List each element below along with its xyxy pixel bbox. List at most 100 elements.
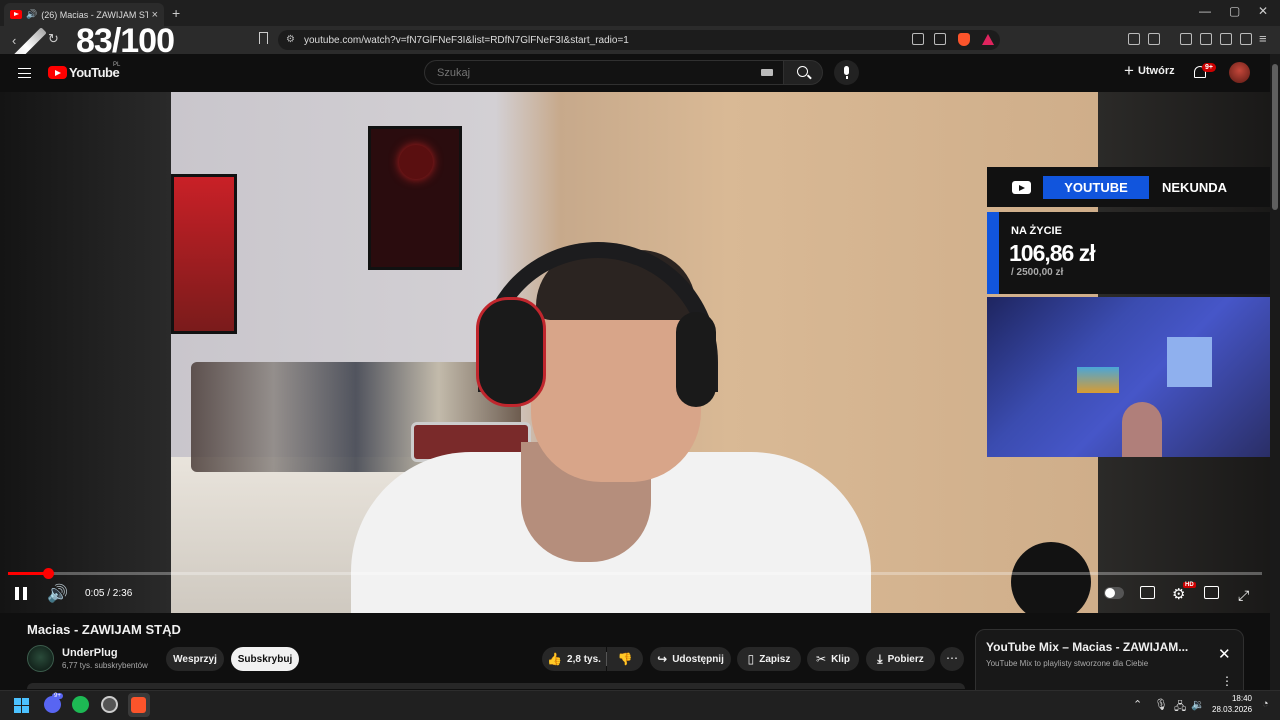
video-title: Macias - ZAWIJAM STĄD: [27, 622, 181, 637]
tray-chevron-icon[interactable]: ⌃: [1133, 698, 1142, 711]
dislike-button[interactable]: 👎: [607, 647, 643, 671]
account-avatar[interactable]: [1229, 62, 1250, 83]
share-icon[interactable]: [934, 33, 946, 45]
tray-volume-icon[interactable]: 🔉: [1191, 698, 1205, 711]
webcam-window: [1167, 337, 1212, 387]
sidebar-icon[interactable]: [1148, 33, 1160, 45]
guide-menu-icon[interactable]: [18, 68, 31, 78]
extensions-icon[interactable]: [1128, 33, 1140, 45]
download-button[interactable]: ⤓ Pobierz: [866, 647, 935, 671]
scrollbar-thumb[interactable]: [1272, 64, 1278, 210]
spotify-icon[interactable]: [72, 696, 89, 713]
discord-badge: 9+: [52, 693, 63, 699]
thumbs-down-icon: 👎: [617, 652, 633, 666]
tray-network-icon[interactable]: 🖧: [1174, 698, 1186, 717]
steam-icon[interactable]: [101, 696, 118, 713]
back-arrow-icon[interactable]: ‹: [12, 33, 16, 48]
donation-goal-label: NA ŻYCIE: [1011, 225, 1062, 237]
window-close-button[interactable]: ✕: [1258, 4, 1268, 18]
save-button[interactable]: ▯ Zapisz: [737, 647, 801, 671]
channel-avatar[interactable]: [27, 645, 54, 672]
search-button[interactable]: [783, 60, 823, 85]
mix-subtitle: YouTube Mix to playlisty stworzone dla C…: [986, 659, 1149, 668]
like-count: 2,8 tys.: [567, 653, 601, 665]
wallet-icon[interactable]: [1200, 33, 1212, 45]
support-button[interactable]: Wesprzyj: [166, 647, 224, 671]
donation-goal-target: / 2500,00 zł: [1011, 267, 1064, 278]
minimize-button[interactable]: —: [1199, 4, 1211, 18]
media-icon[interactable]: [1180, 33, 1192, 45]
site-settings-icon[interactable]: ⚙: [286, 34, 295, 45]
overlay-youtube-icon: [1012, 181, 1031, 194]
leo-ai-icon[interactable]: [1220, 33, 1232, 45]
vpn-icon[interactable]: [1240, 33, 1252, 45]
save-bookmark-icon: ▯: [747, 652, 755, 666]
brave-shields-icon[interactable]: [958, 33, 970, 46]
microphone-foam: [1011, 542, 1091, 613]
cast-icon[interactable]: [912, 33, 924, 45]
donation-goal-accent: [987, 212, 999, 294]
progress-fill: [8, 572, 48, 575]
search-input[interactable]: [424, 60, 784, 85]
channel-name[interactable]: UnderPlug: [62, 647, 118, 659]
donation-goal-amount: 106,86 zł: [1009, 240, 1096, 266]
youtube-logo-icon[interactable]: [48, 66, 67, 79]
clock-date: 28.03.2026: [1212, 705, 1253, 714]
youtube-header: YouTube PL + Utwórz 9+: [0, 54, 1270, 92]
description-box[interactable]: [27, 683, 965, 689]
webcam-person: [1122, 402, 1162, 457]
video-frame: [171, 92, 1098, 613]
bookmark-icon[interactable]: [259, 32, 268, 44]
maximize-button[interactable]: ▢: [1229, 4, 1240, 18]
pause-icon[interactable]: [15, 587, 27, 600]
miniplayer-icon[interactable]: [1204, 586, 1219, 599]
fullscreen-icon[interactable]: ⤢: [1238, 587, 1249, 604]
browser-tabstrip: 🔊 (26) Macias - ZAWIJAM STĄD × + — ▢ ✕: [0, 0, 1280, 26]
new-tab-button[interactable]: +: [172, 5, 180, 21]
progress-track[interactable]: [8, 572, 1262, 575]
windows-start-icon[interactable]: [14, 698, 29, 713]
webcam-tv: [1077, 367, 1119, 393]
reload-icon[interactable]: ↻: [48, 31, 59, 47]
more-actions-button[interactable]: ⋯: [940, 647, 964, 671]
keyboard-icon[interactable]: [761, 69, 773, 76]
create-label: Utwórz: [1137, 65, 1175, 77]
address-bar: ⚙ youtube.com/watch?v=fN7GlFNeF3I&list=R…: [0, 26, 1280, 54]
scissors-icon: ✂: [816, 652, 827, 666]
clock-time: 18:40: [1231, 694, 1252, 703]
hd-badge: HD: [1183, 582, 1196, 588]
tray-mic-icon[interactable]: 🎙: [1154, 698, 1168, 711]
create-button[interactable]: + Utwórz: [1124, 62, 1175, 79]
volume-icon[interactable]: 🔊: [47, 584, 68, 604]
share-button[interactable]: ↪ Udostępnij: [650, 647, 731, 671]
wall-poster-left: [171, 174, 237, 334]
mix-close-icon[interactable]: ✕: [1218, 645, 1231, 663]
youtube-logo-text[interactable]: YouTube: [69, 65, 120, 80]
like-button[interactable]: 👍 2,8 tys.: [542, 647, 606, 671]
subscribe-button[interactable]: Subskrybuj: [231, 647, 299, 671]
tab-close-icon[interactable]: ×: [152, 9, 158, 21]
progress-scrubber[interactable]: [43, 568, 54, 579]
brave-rewards-icon[interactable]: [982, 34, 994, 45]
subtitles-icon[interactable]: [1140, 586, 1155, 599]
tab-audio-icon[interactable]: 🔊: [26, 9, 37, 20]
country-code: PL: [113, 62, 121, 68]
clip-button[interactable]: ✂ Klip: [807, 647, 859, 671]
voice-search-icon[interactable]: [834, 60, 859, 85]
notification-center-icon[interactable]: ◔: [1262, 698, 1269, 710]
tab-title: (26) Macias - ZAWIJAM STĄD: [41, 9, 147, 20]
share-label: Udostępnij: [672, 653, 724, 665]
download-label: Pobierz: [887, 653, 924, 665]
share-arrow-icon: ↪: [657, 652, 668, 666]
url-field[interactable]: ⚙ youtube.com/watch?v=fN7GlFNeF3I&list=R…: [278, 30, 1000, 50]
windows-taskbar: [0, 690, 1280, 720]
brave-browser-icon[interactable]: [131, 697, 146, 713]
wall-poster-center: [368, 126, 462, 270]
taskbar-clock[interactable]: 18:40 28.03.2026: [1212, 693, 1252, 715]
mix-title[interactable]: YouTube Mix – Macias - ZAWIJAM...: [986, 640, 1188, 654]
overlay-tab-nekunda: NEKUNDA: [1162, 180, 1227, 195]
mix-menu-icon[interactable]: ⋮: [1221, 674, 1233, 688]
autoplay-toggle[interactable]: [1104, 587, 1124, 599]
pillarbox-left: [0, 92, 171, 613]
menu-icon[interactable]: ≡: [1259, 31, 1267, 46]
